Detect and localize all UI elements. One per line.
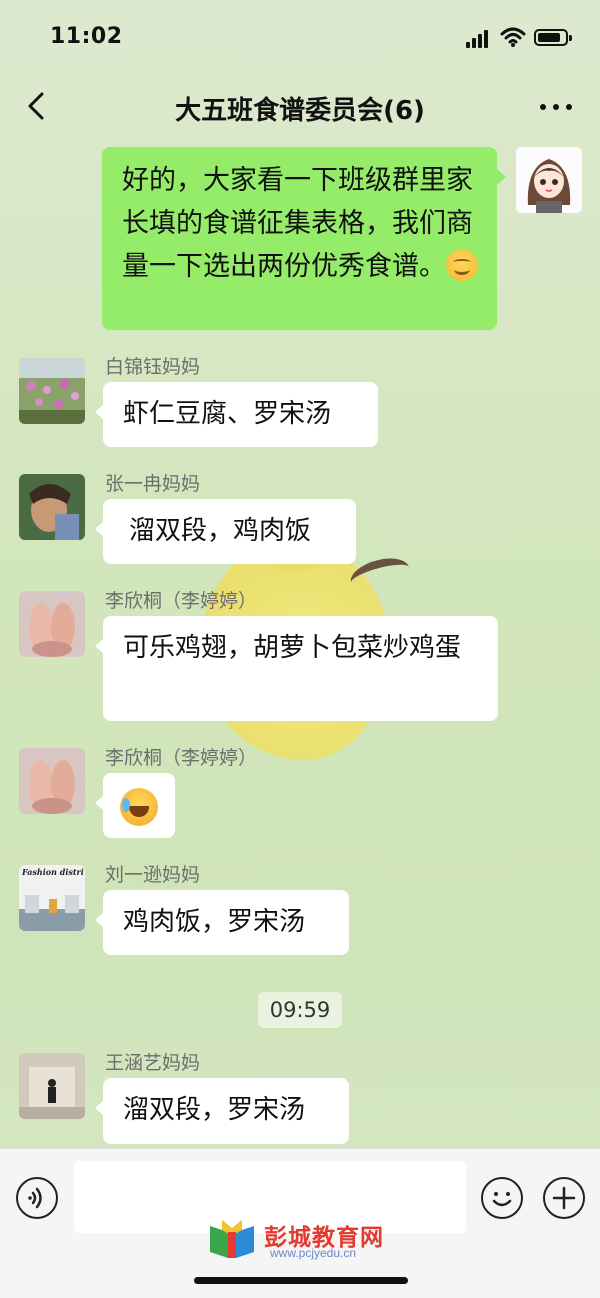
voice-input-icon[interactable] bbox=[16, 1177, 58, 1219]
cellular-signal-icon bbox=[466, 30, 492, 48]
laughing-tears-emoji-icon bbox=[120, 788, 158, 826]
chat-title: 大五班食谱委员会(6) bbox=[175, 96, 425, 126]
watermark-logo-icon bbox=[210, 1220, 254, 1258]
site-watermark: 彭城教育网 www.pcjyedu.cn bbox=[206, 1212, 396, 1264]
self-message-bubble[interactable]: 好的，大家看一下班级群里家长填的食谱征集表格，我们商量一下选出两份优秀食谱。 bbox=[102, 147, 506, 330]
message-text: 鸡肉饭，罗宋汤 bbox=[123, 907, 306, 937]
sender-avatar[interactable] bbox=[19, 474, 85, 540]
smile-emoji-icon bbox=[446, 249, 478, 281]
emoji-picker-icon[interactable] bbox=[481, 1177, 523, 1219]
sender-name: 李欣桐（李婷婷） bbox=[105, 747, 258, 769]
message-bubble[interactable]: 虾仁豆腐、罗宋汤 bbox=[95, 382, 378, 447]
message-text: 溜双段，鸡肉饭 bbox=[129, 516, 312, 546]
wifi-icon bbox=[500, 27, 526, 47]
message-text: 溜双段，罗宋汤 bbox=[123, 1095, 306, 1125]
message-text: 好的，大家看一下班级群里家长填的食谱征集表格，我们商量一下选出两份优秀食谱。 bbox=[122, 165, 473, 282]
status-bar: 11:02 bbox=[0, 0, 600, 76]
sender-name: 张一冉妈妈 bbox=[105, 473, 201, 495]
sender-name: 刘一逊妈妈 bbox=[105, 864, 201, 886]
sender-avatar[interactable] bbox=[19, 358, 85, 424]
self-avatar[interactable] bbox=[516, 147, 582, 213]
chat-header: 大五班食谱委员会(6) bbox=[0, 76, 600, 138]
sender-name: 白锦钰妈妈 bbox=[105, 356, 201, 378]
message-bubble[interactable]: 鸡肉饭，罗宋汤 bbox=[95, 890, 349, 955]
sender-avatar[interactable] bbox=[19, 748, 85, 814]
sender-avatar[interactable] bbox=[19, 1053, 85, 1119]
message-bubble[interactable]: 溜双段，罗宋汤 bbox=[95, 1078, 349, 1144]
sender-name: 王涵艺妈妈 bbox=[105, 1052, 201, 1074]
add-attachment-icon[interactable] bbox=[543, 1177, 585, 1219]
sender-name: 李欣桐（李婷婷） bbox=[105, 590, 258, 612]
message-bubble[interactable]: 溜双段，鸡肉饭 bbox=[95, 499, 356, 564]
more-options-icon[interactable] bbox=[538, 102, 574, 112]
battery-icon bbox=[534, 29, 572, 46]
message-text: 虾仁豆腐、罗宋汤 bbox=[123, 399, 332, 429]
watermark-url: www.pcjyedu.cn bbox=[270, 1246, 357, 1260]
message-text: 可乐鸡翅，胡萝卜包菜炒鸡蛋 bbox=[123, 633, 462, 663]
message-timestamp: 09:59 bbox=[258, 992, 342, 1028]
avatar-caption: Fashion district bbox=[22, 867, 84, 877]
status-time: 11:02 bbox=[50, 24, 123, 49]
sender-avatar[interactable] bbox=[19, 591, 85, 657]
home-indicator[interactable] bbox=[194, 1277, 408, 1284]
message-bubble[interactable]: 可乐鸡翅，胡萝卜包菜炒鸡蛋 bbox=[95, 616, 498, 721]
